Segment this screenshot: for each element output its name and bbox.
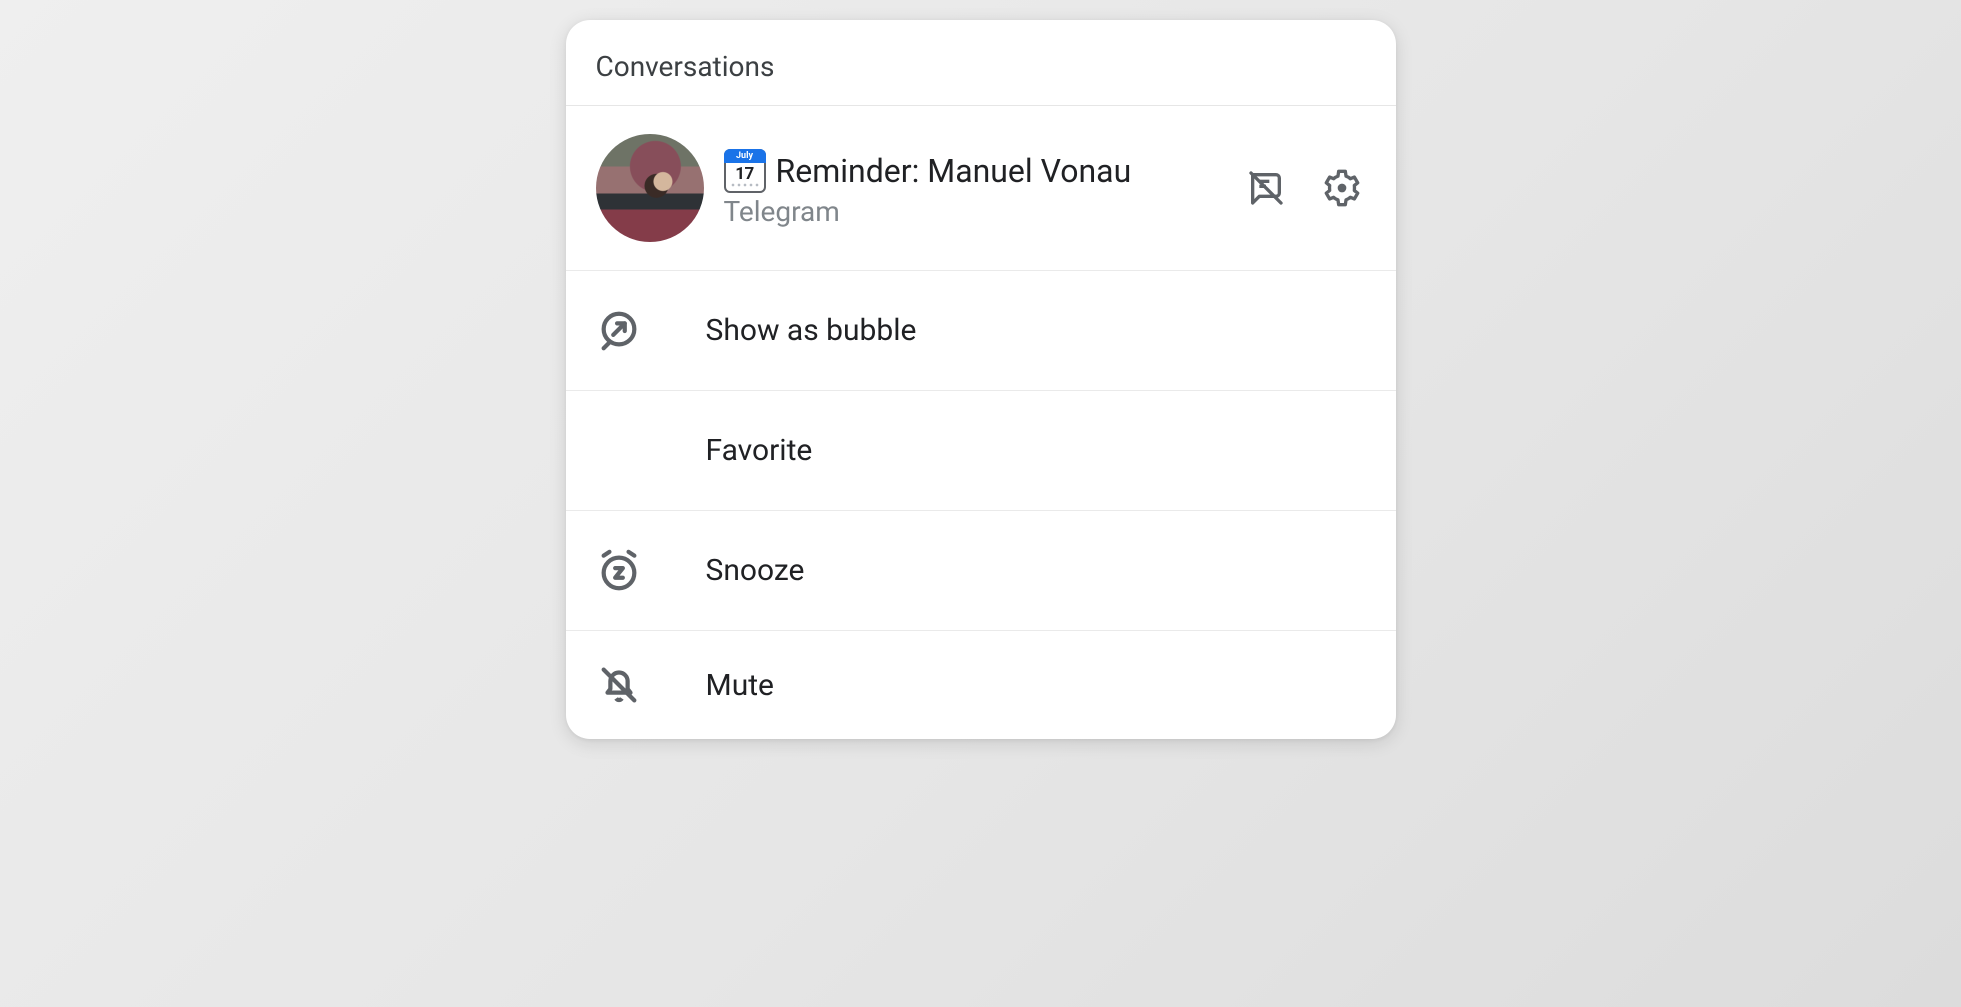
option-mute[interactable]: Mute <box>566 631 1396 739</box>
panel-header: Conversations <box>566 20 1396 106</box>
alarm-snooze-icon <box>596 548 706 594</box>
panel-title: Conversations <box>596 50 775 83</box>
avatar <box>596 134 704 242</box>
gear-icon[interactable] <box>1318 164 1366 212</box>
calendar-icon-day: 17 <box>726 164 764 184</box>
calendar-icon: July 17 <box>724 149 766 193</box>
option-label: Snooze <box>706 553 805 588</box>
bell-off-icon <box>596 662 706 708</box>
option-favorite[interactable]: Favorite <box>566 391 1396 511</box>
conversation-title: Reminder: Manuel Vonau <box>776 152 1132 190</box>
option-show-as-bubble[interactable]: Show as bubble <box>566 271 1396 391</box>
conversation-actions <box>1234 164 1366 212</box>
notification-settings-panel: Conversations July 17 Reminder: Manuel V… <box>566 20 1396 739</box>
speaker-notes-off-icon[interactable] <box>1242 164 1290 212</box>
conversation-text-block: July 17 Reminder: Manuel Vonau Telegram <box>724 149 1214 228</box>
option-label: Show as bubble <box>706 313 917 348</box>
option-label: Mute <box>706 668 774 703</box>
bubble-icon <box>596 308 706 354</box>
conversation-header-row[interactable]: July 17 Reminder: Manuel Vonau Telegram <box>566 106 1396 271</box>
calendar-icon-month: July <box>724 149 766 163</box>
option-label: Favorite <box>706 433 813 468</box>
conversation-app-name: Telegram <box>724 195 1214 228</box>
option-snooze[interactable]: Snooze <box>566 511 1396 631</box>
